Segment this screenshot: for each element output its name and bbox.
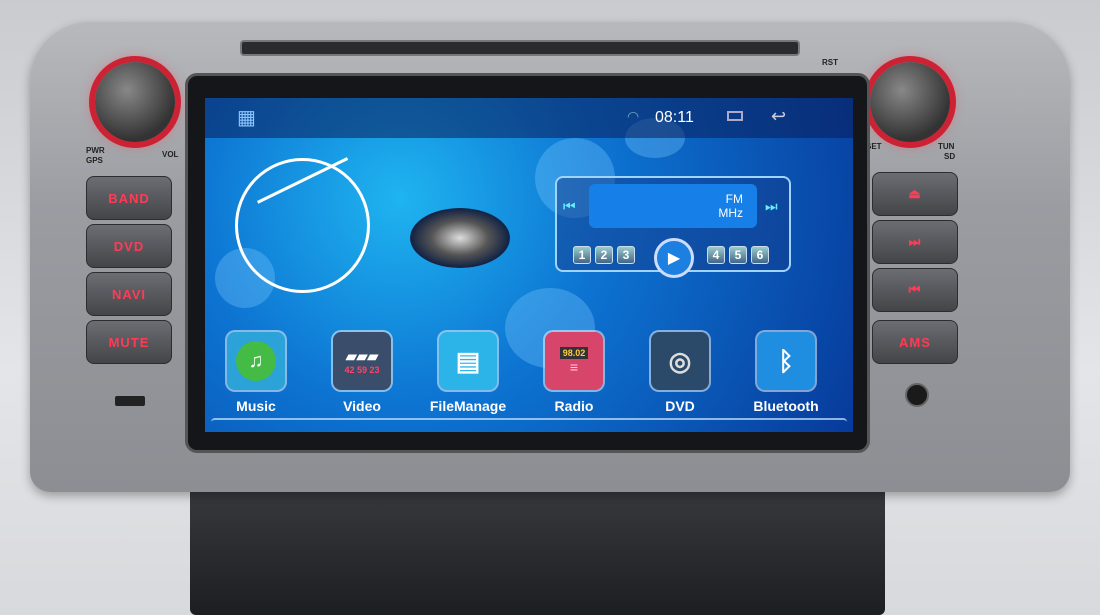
disc-slot <box>240 40 800 56</box>
autoshop-logo <box>410 208 510 268</box>
preset-2[interactable]: 2 <box>595 246 613 264</box>
status-bar: ▦ ◠ 08:11 ↩ <box>205 98 853 138</box>
dock-shelf <box>211 418 847 428</box>
volume-knob[interactable] <box>95 62 175 142</box>
gps-label: GPS <box>86 156 103 165</box>
app-dock: ♫ Music ▰▰▰ 42 59 23 Video ▤ FileManage 98.0… <box>205 330 853 432</box>
bluetooth-icon: ᛒ <box>757 332 815 390</box>
pwr-label: PWR <box>86 146 105 155</box>
navi-button[interactable]: NAVI <box>86 272 172 316</box>
clock-time: 08:11 <box>655 109 694 126</box>
sd-label: SD <box>944 152 956 161</box>
dvd-icon: ◎ <box>651 332 709 390</box>
prev-button[interactable]: ⏮ <box>872 268 958 312</box>
music-icon: ♫ <box>227 332 285 390</box>
preset-1[interactable]: 1 <box>573 246 591 264</box>
vol-label: VOL <box>162 150 179 159</box>
band-text: FM <box>725 192 743 206</box>
unit-housing <box>190 480 885 615</box>
video-digit: 42 <box>344 364 355 375</box>
ams-button[interactable]: AMS <box>872 320 958 364</box>
previous-station-icon[interactable]: ⏮ <box>563 198 576 215</box>
rst-label: RST <box>822 58 838 67</box>
next-track-icon: ⏭ <box>908 234 922 249</box>
previous-track-icon: ⏮ <box>908 282 922 297</box>
band-button[interactable]: BAND <box>86 176 172 220</box>
wifi-icon: ◠ <box>627 108 640 124</box>
play-button[interactable]: ▶ <box>654 238 694 278</box>
app-radio[interactable]: 98.02 ≡ Radio <box>529 332 619 414</box>
next-button[interactable]: ⏭ <box>872 220 958 264</box>
back-icon[interactable]: ↩ <box>771 106 786 127</box>
mic-hole <box>905 383 929 407</box>
app-label: Radio <box>554 398 594 414</box>
folder-icon: ▤ <box>439 332 497 390</box>
eject-button[interactable]: ⏏ <box>872 172 958 216</box>
preset-3[interactable]: 3 <box>617 246 635 264</box>
app-label: Video <box>343 398 381 414</box>
app-bluetooth[interactable]: ᛒ Bluetooth <box>741 332 831 414</box>
next-station-icon[interactable]: ⏭ <box>765 198 778 215</box>
dvd-button[interactable]: DVD <box>86 224 172 268</box>
unit-text: MHz <box>718 206 743 220</box>
tuner-knob[interactable] <box>870 62 950 142</box>
usb-port[interactable] <box>115 396 145 406</box>
android-screen: ▦ ◠ 08:11 ↩ ⏮ FM MHz ⏭ 1 2 3 ▶ 4 5 6 ♫ Mus… <box>205 98 853 432</box>
app-video[interactable]: ▰▰▰ 42 59 23 Video <box>317 332 407 414</box>
tun-label: TUN <box>938 142 955 151</box>
preset-5[interactable]: 5 <box>729 246 747 264</box>
preset-6[interactable]: 6 <box>751 246 769 264</box>
app-music[interactable]: ♫ Music <box>211 332 301 414</box>
mute-button[interactable]: MUTE <box>86 320 172 364</box>
radio-display: FM MHz <box>589 184 757 228</box>
video-clapper-icon: ▰▰▰ 42 59 23 <box>333 332 391 390</box>
radio-icon: 98.02 ≡ <box>545 332 603 390</box>
app-label: FileManage <box>429 398 507 414</box>
video-digit: 59 <box>356 364 367 375</box>
eject-icon: ⏏ <box>908 186 922 201</box>
preset-4[interactable]: 4 <box>707 246 725 264</box>
radio-icon-display: 98.02 <box>559 347 589 359</box>
apps-grid-icon[interactable]: ▦ <box>237 108 256 128</box>
app-dvd[interactable]: ◎ DVD <box>635 332 725 414</box>
recent-apps-icon[interactable] <box>727 111 743 121</box>
app-label: Music <box>236 398 276 414</box>
app-filemanage[interactable]: ▤ FileManage <box>423 332 513 414</box>
video-digit: 23 <box>369 364 380 375</box>
app-label: DVD <box>665 398 695 414</box>
radio-widget[interactable]: ⏮ FM MHz ⏭ 1 2 3 ▶ 4 5 6 <box>555 176 791 278</box>
app-label: Bluetooth <box>753 398 819 414</box>
